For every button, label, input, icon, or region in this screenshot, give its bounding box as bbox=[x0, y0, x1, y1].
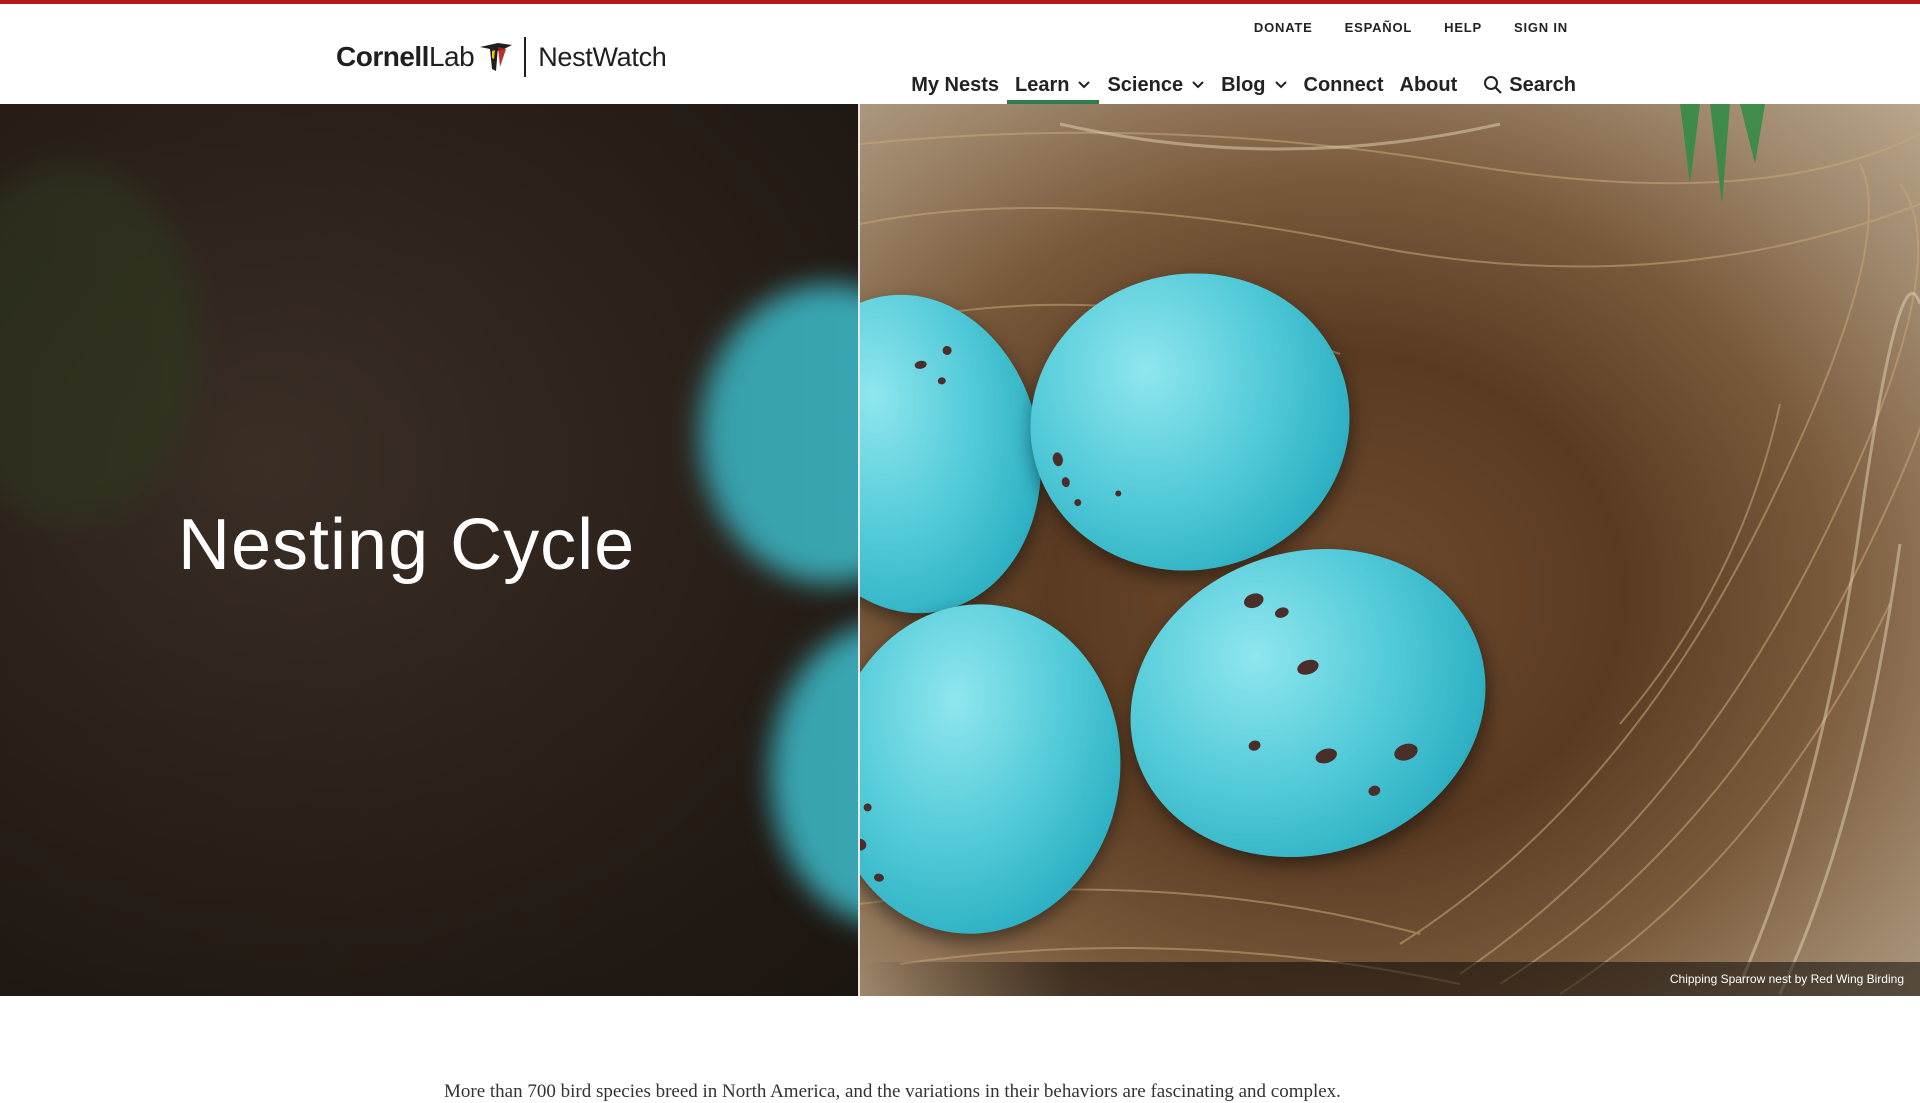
page-title: Nesting Cycle bbox=[178, 505, 636, 585]
espanol-link[interactable]: ESPAÑOL bbox=[1345, 20, 1412, 35]
nav-science[interactable]: Science bbox=[1099, 66, 1213, 104]
nest-photo: Chipping Sparrow nest by Red Wing Birdin… bbox=[860, 104, 1920, 996]
hero-left-panel: Nesting Cycle bbox=[0, 104, 858, 996]
hero-banner: Nesting Cycle Chipping Sparrow nest by R… bbox=[0, 104, 1920, 996]
site-header: Cornell Lab NestWatch DONATE ESPAÑOL HELP… bbox=[0, 4, 1920, 104]
nav-my-nests-label: My Nests bbox=[911, 73, 999, 96]
nav-learn-label: Learn bbox=[1015, 73, 1070, 96]
search-icon bbox=[1484, 76, 1503, 94]
photo-credit: Chipping Sparrow nest by Red Wing Birdin… bbox=[1669, 972, 1904, 986]
nav-blog[interactable]: Blog bbox=[1213, 66, 1295, 104]
cornell-bird-icon bbox=[480, 43, 513, 71]
logo-cornell-text: Cornell bbox=[336, 41, 429, 72]
donate-link[interactable]: DONATE bbox=[1254, 20, 1313, 35]
nav-learn[interactable]: Learn bbox=[1007, 66, 1100, 104]
logo-lab-text: Lab bbox=[428, 41, 475, 72]
nav-blog-label: Blog bbox=[1221, 73, 1266, 96]
nav-connect-label: Connect bbox=[1303, 73, 1384, 96]
main-nav: My Nests Learn Science Blog Connect Abou… bbox=[903, 66, 1576, 104]
nav-science-label: Science bbox=[1107, 73, 1184, 96]
nav-connect[interactable]: Connect bbox=[1296, 66, 1392, 104]
chevron-down-icon bbox=[1274, 81, 1287, 89]
nav-about[interactable]: About bbox=[1392, 66, 1466, 104]
site-logo[interactable]: Cornell Lab NestWatch bbox=[336, 32, 667, 82]
search-label: Search bbox=[1509, 73, 1576, 96]
chevron-down-icon bbox=[1192, 81, 1204, 89]
intro-paragraph: More than 700 bird species breed in Nort… bbox=[444, 1081, 1341, 1102]
photo-caption: Chipping Sparrow nest by Red Wing Birdin… bbox=[860, 962, 1920, 996]
nav-about-label: About bbox=[1399, 73, 1458, 96]
utility-nav: DONATE ESPAÑOL HELP SIGN IN bbox=[1254, 20, 1568, 35]
logo-nestwatch-text: NestWatch bbox=[538, 41, 667, 72]
chevron-down-icon bbox=[1078, 81, 1091, 89]
help-link[interactable]: HELP bbox=[1444, 20, 1482, 35]
sign-in-link[interactable]: SIGN IN bbox=[1514, 20, 1568, 35]
search-button[interactable]: Search bbox=[1483, 74, 1576, 97]
logo-separator bbox=[524, 37, 527, 77]
nav-my-nests[interactable]: My Nests bbox=[903, 66, 1007, 104]
